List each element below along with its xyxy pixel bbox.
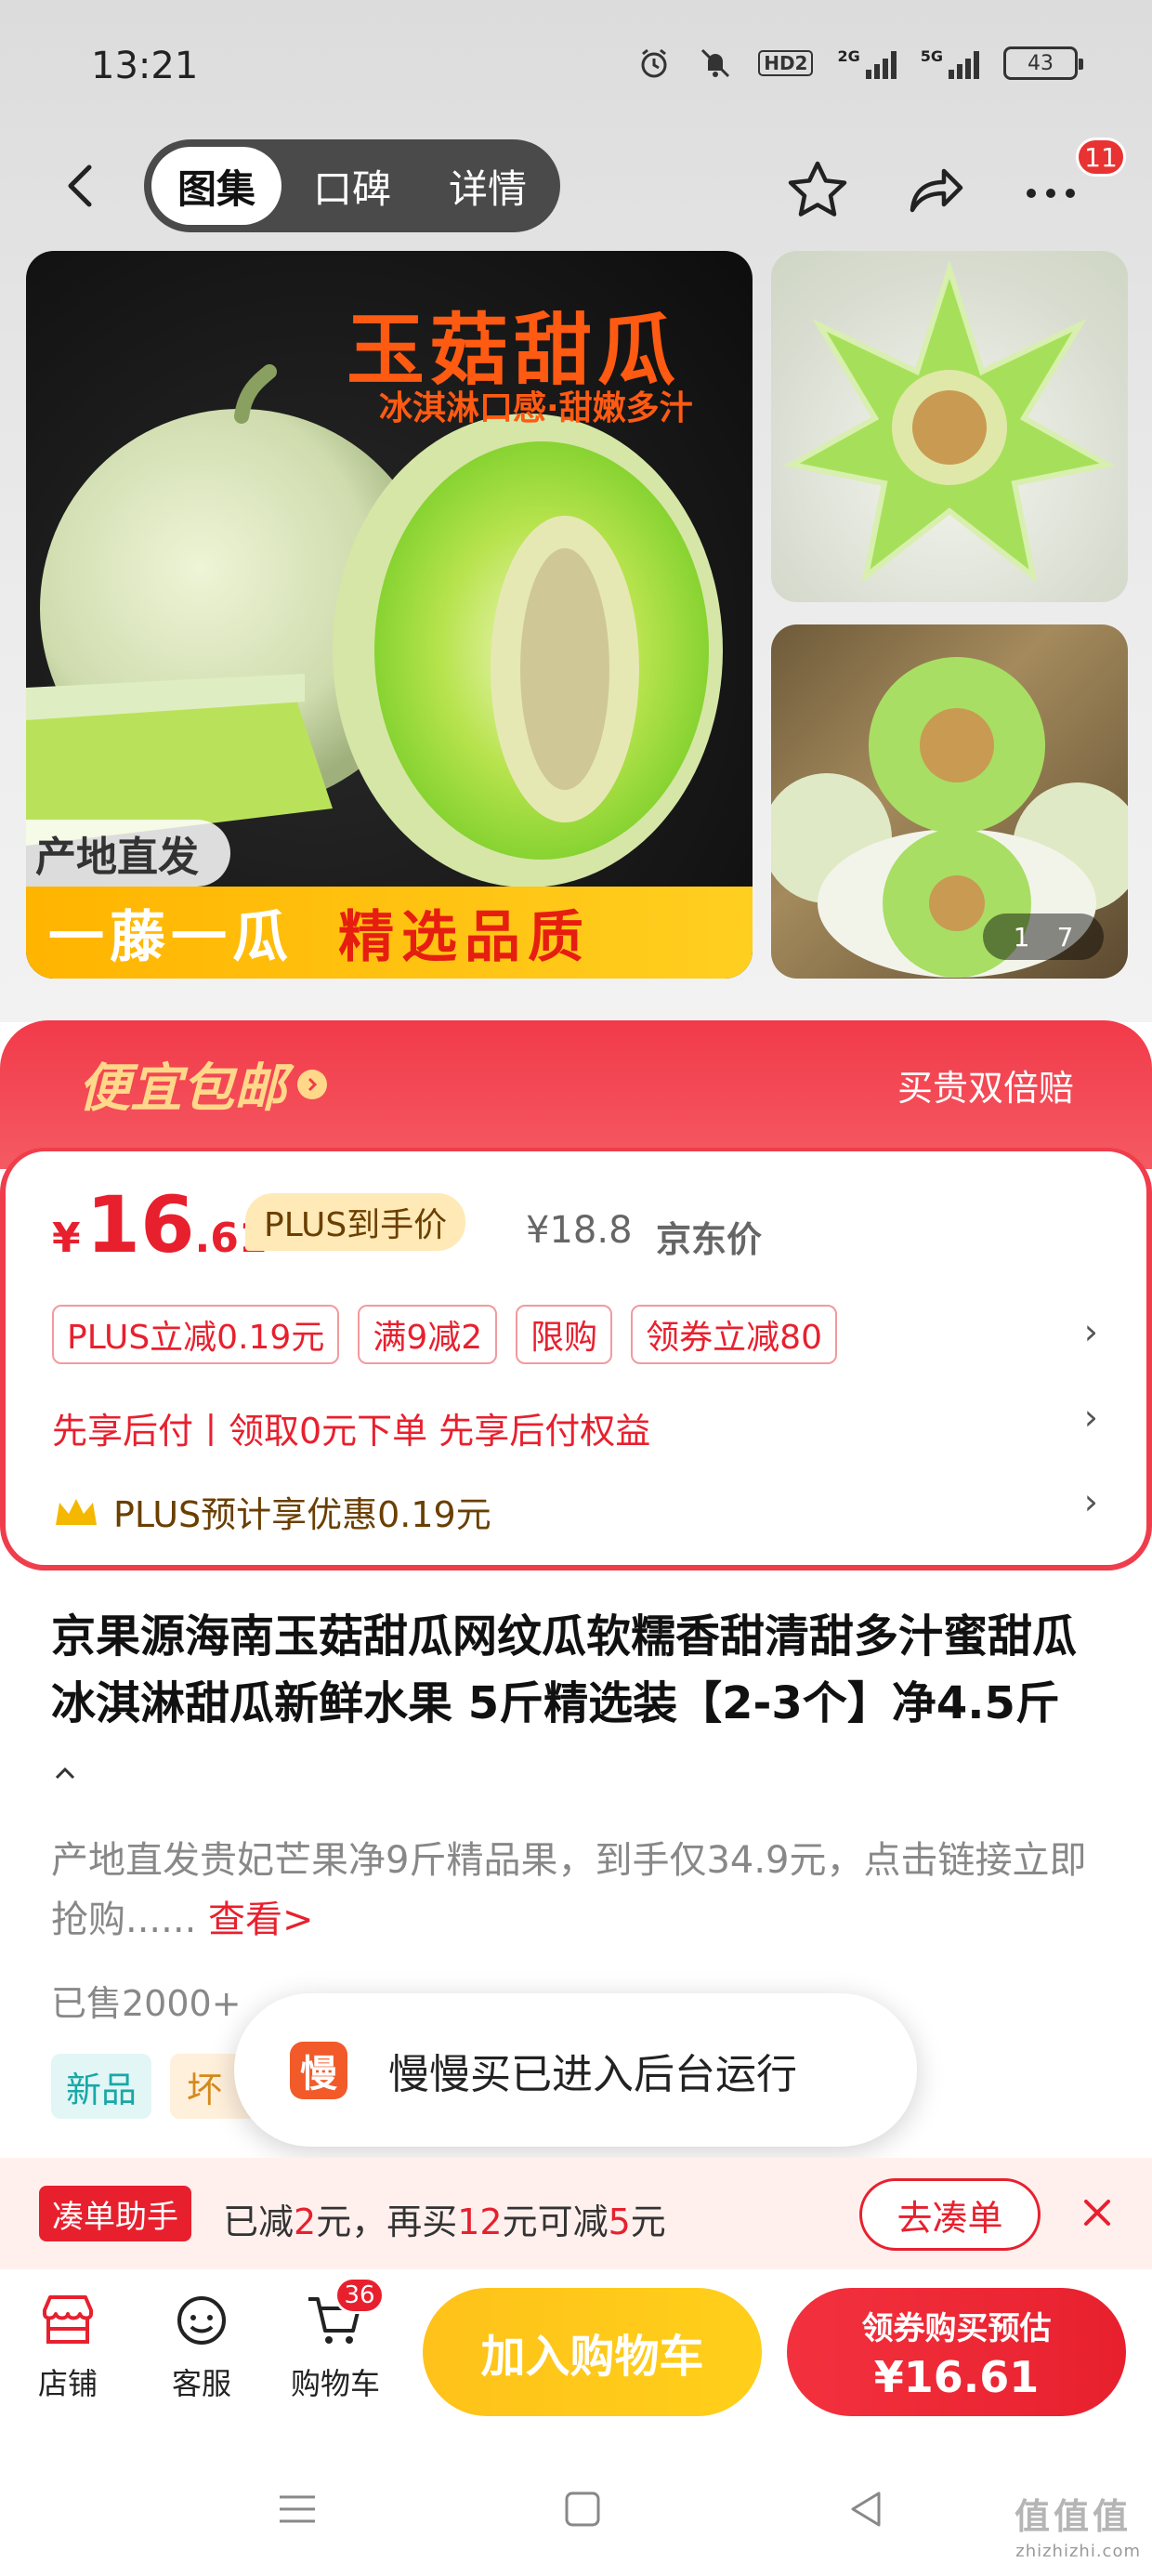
gallery-thumbnail-1[interactable] (771, 251, 1128, 602)
buy-price: ¥16.61 (873, 2351, 1040, 2402)
back-nav-icon[interactable] (839, 2481, 895, 2537)
bundle-text-part: 元 (630, 2201, 666, 2242)
bundle-text-part: 元可减 (502, 2201, 609, 2242)
product-title-text: 京果源海南玉菇甜瓜网纹瓜软糯香甜清甜多汁蜜甜瓜冰淇淋甜瓜新鲜水果 5斤精选装【2… (51, 1610, 1078, 1729)
banner-left-text: 一藤一瓜 (48, 905, 294, 970)
coupon-chip[interactable]: 限购 (516, 1305, 613, 1364)
close-icon[interactable] (1070, 2186, 1124, 2240)
melon-star-cut-illustration (783, 260, 1116, 584)
more-icon[interactable] (1018, 158, 1083, 223)
shop-label: 店铺 (37, 2366, 98, 2401)
bundle-text-part: 元，再买 (316, 2201, 458, 2242)
more-badge: 11 (1076, 138, 1126, 177)
image-banner: 一藤一瓜 精选品质 (26, 887, 753, 979)
promo-brand-label: 便宜包邮 (78, 1058, 286, 1119)
image-subtitle: 冰淇淋口感·甜嫩多汁 (379, 389, 693, 427)
alarm-icon (635, 46, 673, 80)
bundle-tag: 凑单助手 (39, 2186, 191, 2241)
system-navigation (0, 2453, 1152, 2576)
bundle-reduced: 2 (294, 2201, 317, 2242)
pay-later-row[interactable]: 先享后付丨领取0元下单 先享后付权益 (52, 1402, 650, 1453)
chevron-right-icon[interactable]: › (1084, 1397, 1098, 1438)
main-product-image[interactable]: 玉菇甜瓜 冰淇淋口感·甜嫩多汁 产地直发 一藤一瓜 精选品质 (26, 251, 753, 979)
chevron-right-icon[interactable]: › (1084, 1481, 1098, 1522)
plus-price-tag: PLUS到手价 (245, 1193, 466, 1251)
price-card: ¥ 16 .61 PLUS到手价 ¥18.8 京东价 PLUS立减0.19元 满… (0, 1148, 1152, 1571)
promo-brand[interactable]: 便宜包邮 (78, 1046, 327, 1122)
coupon-chip[interactable]: 满9减2 (358, 1305, 498, 1364)
bundle-next: 5 (608, 2201, 631, 2242)
service-icon (177, 2296, 226, 2345)
counter-current: 1 (1013, 921, 1030, 953)
crown-icon (56, 1498, 97, 1525)
price-integer: 16 (85, 1179, 195, 1270)
bundle-bar: 凑单助手 已减2元，再买12元可减5元 去凑单 (0, 2158, 1152, 2269)
signal-2g-icon: 2G (837, 47, 897, 79)
new-product-tag: 新品 (51, 2054, 152, 2119)
menu-icon[interactable] (269, 2481, 325, 2537)
sold-count: 已售2000+ (51, 1983, 242, 2024)
see-more-link[interactable]: 查看> (208, 1899, 314, 1941)
customer-service-button[interactable]: 客服 (151, 2288, 253, 2403)
original-price-label: 京东价 (656, 1219, 763, 1260)
buy-label: 领券购买预估 (861, 2309, 1052, 2347)
image-counter: 1 7 (983, 913, 1104, 960)
hd-icon: HD2 (758, 50, 814, 76)
bundle-button[interactable]: 去凑单 (859, 2178, 1041, 2251)
app-icon: 慢 (290, 2041, 347, 2099)
nav-bar: 图集 口碑 详情 (0, 139, 1152, 232)
coupon-chip[interactable]: PLUS立减0.19元 (52, 1305, 340, 1364)
chevron-right-icon (297, 1069, 327, 1099)
add-to-cart-button[interactable]: 加入购物车 (423, 2288, 762, 2416)
bundle-text: 已减2元，再买12元可减5元 (223, 2193, 666, 2244)
shop-button[interactable]: 店铺 (17, 2288, 119, 2403)
original-price: ¥18.8 (526, 1209, 633, 1252)
cart-badge: 36 (334, 2277, 385, 2314)
watermark-url: zhizhizhi.com (1015, 2542, 1141, 2561)
service-label: 客服 (171, 2366, 231, 2401)
counter-total: 7 (1056, 921, 1074, 953)
watermark-logo: 值值值 (1015, 2496, 1132, 2537)
chevron-up-icon[interactable] (51, 1744, 79, 1796)
home-icon[interactable] (555, 2481, 610, 2537)
status-time: 13:21 (91, 45, 199, 87)
tab-details[interactable]: 详情 (423, 147, 553, 225)
buy-now-button[interactable]: 领券购买预估 ¥16.61 (787, 2288, 1126, 2416)
banner-right-text: 精选品质 (338, 905, 591, 970)
plus-benefit-text: PLUS预计享优惠0.19元 (113, 1494, 491, 1535)
share-icon[interactable] (903, 158, 968, 223)
battery-icon: 43 (1003, 46, 1083, 80)
toast-text: 慢慢买已进入后台运行 (388, 2050, 797, 2098)
chevron-right-icon[interactable]: › (1084, 1311, 1098, 1352)
cart-label: 购物车 (290, 2366, 380, 2401)
price-currency: ¥ (52, 1215, 81, 1262)
mute-icon (697, 46, 734, 80)
coupon-row[interactable]: PLUS立减0.19元 满9减2 限购 领券立减80 (52, 1305, 837, 1364)
bundle-more: 12 (457, 2201, 503, 2242)
price: ¥ 16 .61 (52, 1179, 267, 1270)
origin-tag: 产地直发 (26, 820, 230, 887)
status-icons: HD2 2G 5G 43 (635, 46, 1083, 80)
tab-bar: 图集 口碑 详情 (144, 139, 561, 232)
promo-header[interactable]: 便宜包邮 买贵双倍赔 (0, 1020, 1152, 1169)
product-description: 产地直发贵妃芒果净9斤精品果，到手仅34.9元，点击链接立即抢购...... 查… (51, 1831, 1101, 1950)
toast-notification: 慢 慢慢买已进入后台运行 (234, 1993, 917, 2147)
favorite-star-icon[interactable] (785, 158, 850, 223)
status-bar: 13:21 HD2 2G 5G 43 (0, 0, 1152, 139)
back-icon[interactable] (56, 160, 108, 212)
gallery-thumbnail-2[interactable]: 1 7 (771, 624, 1128, 979)
tab-gallery[interactable]: 图集 (151, 147, 282, 225)
product-title: 京果源海南玉菇甜瓜网纹瓜软糯香甜清甜多汁蜜甜瓜冰淇淋甜瓜新鲜水果 5斤精选装【2… (51, 1603, 1101, 1804)
shop-icon (43, 2295, 93, 2344)
price-guarantee[interactable]: 买贵双倍赔 (897, 1059, 1074, 1111)
signal-5g-icon: 5G (921, 47, 979, 79)
product-description-text: 产地直发贵妃芒果净9斤精品果，到手仅34.9元，点击链接立即抢购...... (51, 1839, 1087, 1941)
bundle-text-part: 已减 (223, 2201, 295, 2242)
tab-reviews[interactable]: 口碑 (287, 147, 417, 225)
plus-benefit-row[interactable]: PLUS预计享优惠0.19元 (52, 1486, 491, 1537)
coupon-chip[interactable]: 领券立减80 (631, 1305, 837, 1364)
